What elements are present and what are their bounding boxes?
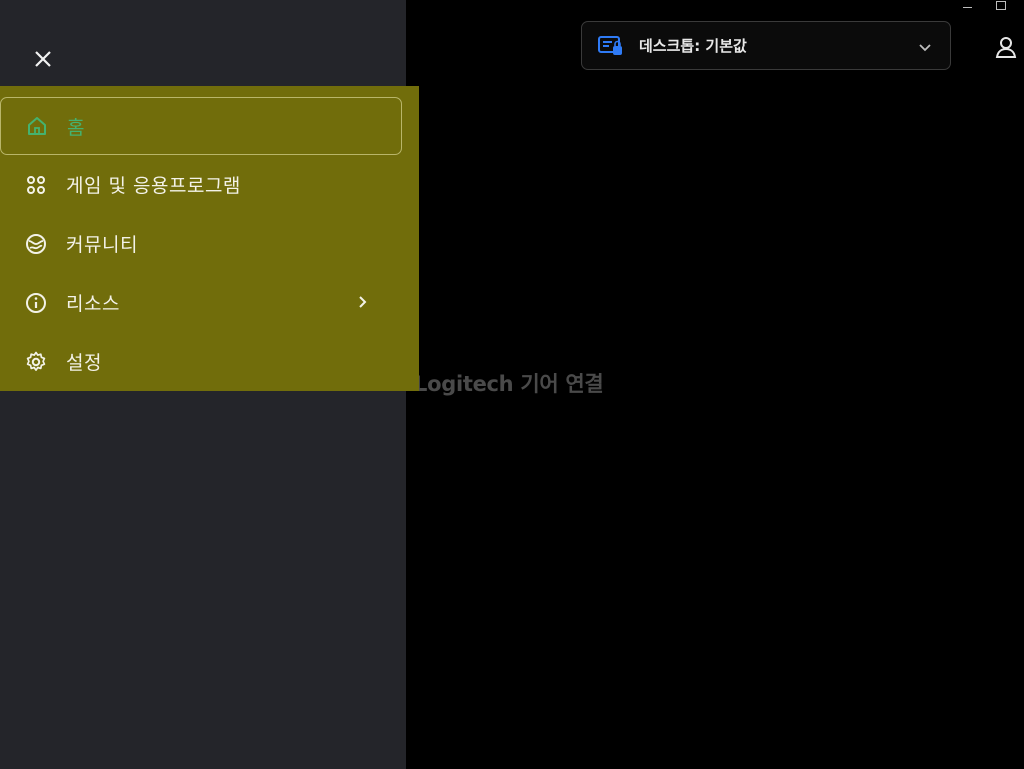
chevron-right-icon [356, 294, 370, 310]
sidebar-item-label: 홈 [67, 116, 85, 139]
sidebar-item-home[interactable]: 홈 [0, 97, 402, 155]
sidebar-item-community[interactable]: 커뮤니티 [0, 214, 419, 273]
profile-dropdown[interactable]: 데스크톱: 기본값 [581, 21, 951, 70]
profile-label: 데스크톱: 기본값 [639, 37, 747, 55]
sidebar-menu: 홈 게임 및 응용프로그램 커뮤니티 리소스 설정 [0, 97, 419, 391]
close-icon[interactable] [31, 47, 55, 71]
maximize-icon[interactable] [993, 0, 1007, 14]
settings-gear-icon [24, 350, 48, 374]
desktop-profile-icon [598, 35, 624, 57]
sidebar-item-label: 커뮤니티 [66, 234, 138, 256]
sidebar-item-settings[interactable]: 설정 [0, 332, 419, 391]
community-icon [24, 232, 48, 256]
info-icon [24, 291, 48, 315]
user-icon[interactable] [994, 35, 1018, 59]
sidebar-item-label: 리소스 [66, 293, 120, 315]
sidebar-item-label: 게임 및 응용프로그램 [66, 175, 241, 197]
sidebar-item-games-apps[interactable]: 게임 및 응용프로그램 [0, 155, 419, 214]
connect-gear-message: Logitech 기어 연결 [414, 372, 604, 396]
sidebar-item-resources[interactable]: 리소스 [0, 273, 419, 332]
home-icon [25, 114, 49, 138]
sidebar-item-label: 설정 [66, 352, 102, 374]
app-window: Logitech 기어 연결 데스크톱: 기본값 홈 게임 및 응용프로그램 커… [0, 0, 1024, 769]
apps-grid-icon [24, 173, 48, 197]
minimize-icon[interactable] [960, 0, 974, 14]
chevron-down-icon [918, 39, 932, 53]
